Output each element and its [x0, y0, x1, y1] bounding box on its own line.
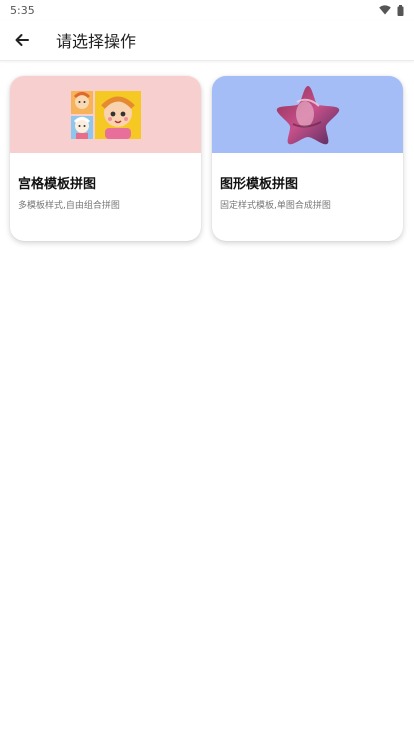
option-cards: 宫格模板拼图 多模板样式,自由组合拼图 图形模板拼图 固定样式模板,单图合成拼图: [10, 76, 404, 241]
page-title: 请选择操作: [56, 32, 137, 51]
shape-collage-card[interactable]: 图形模板拼图 固定样式模板,单图合成拼图: [212, 76, 403, 241]
grid-collage-title: 宫格模板拼图: [18, 177, 97, 192]
grid-collage-description: 多模板样式,自由组合拼图: [18, 201, 120, 211]
status-icons: [379, 4, 404, 16]
grid-collage-banner: [10, 76, 201, 153]
grid-collage-thumbnail: [70, 90, 141, 139]
wifi-icon: [379, 5, 391, 15]
arrow-left-icon: [15, 34, 29, 46]
star-shape-thumbnail: [276, 85, 339, 144]
battery-icon: [397, 4, 404, 16]
app-bar: 请选择操作: [0, 20, 414, 61]
status-time: 5:35: [10, 3, 35, 17]
shape-collage-banner: [212, 76, 403, 153]
back-button[interactable]: [2, 20, 42, 60]
shape-collage-description: 固定样式模板,单图合成拼图: [220, 201, 331, 211]
grid-collage-card[interactable]: 宫格模板拼图 多模板样式,自由组合拼图: [10, 76, 201, 241]
shape-collage-title: 图形模板拼图: [220, 177, 299, 192]
status-bar: 5:35: [0, 0, 414, 20]
